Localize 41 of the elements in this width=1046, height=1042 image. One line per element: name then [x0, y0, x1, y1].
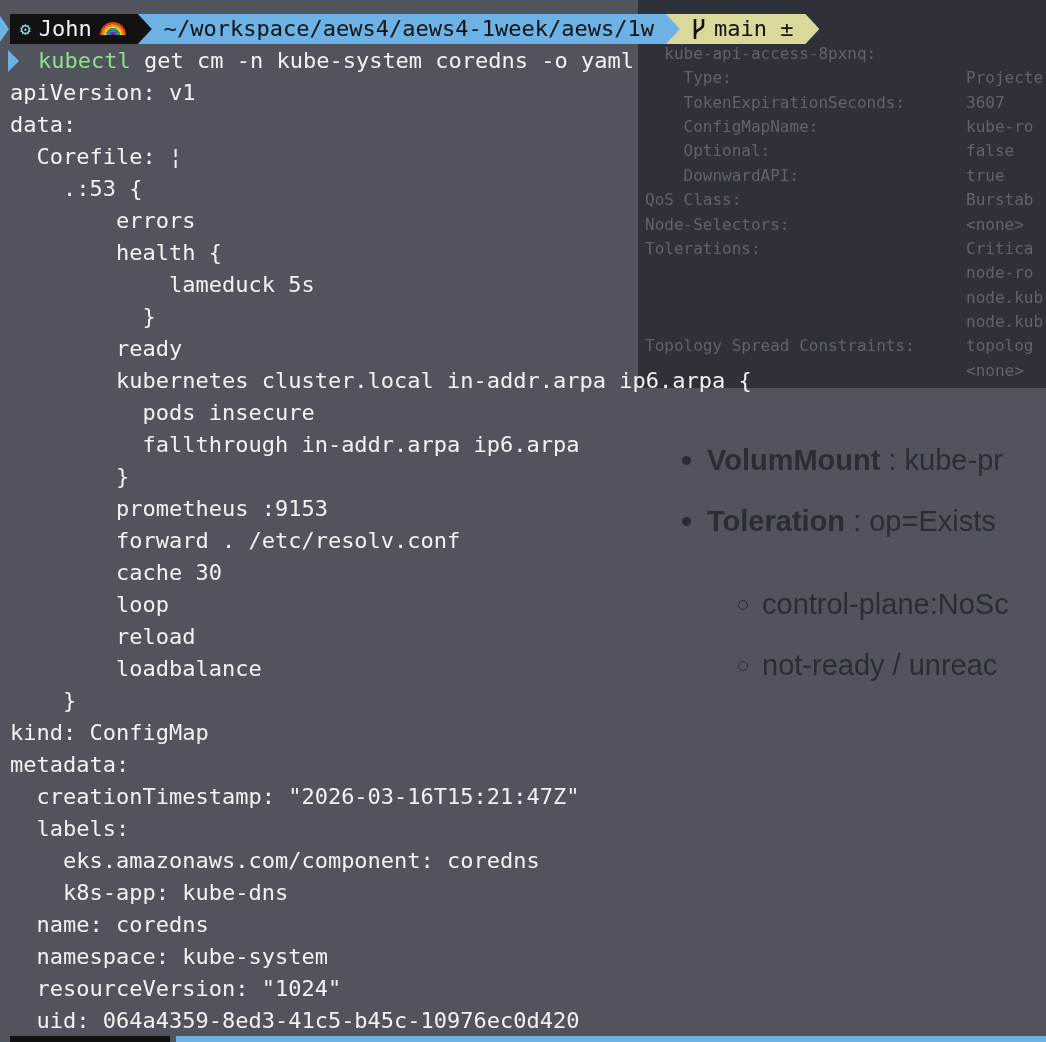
- output-line: data:: [10, 112, 77, 137]
- git-branch: main ±: [713, 15, 794, 43]
- output-line: kind: ConfigMap: [10, 720, 209, 745]
- output-line: }: [141, 304, 156, 329]
- output-line: Corefile: ¦: [35, 144, 183, 169]
- output-line: .:53 {: [61, 176, 143, 201]
- output-line: name: coredns: [35, 912, 209, 937]
- output-line: labels:: [35, 816, 130, 841]
- output-line: forward . /etc/resolv.conf: [114, 528, 461, 553]
- output-line: resourceVersion: "1024": [35, 976, 342, 1001]
- output-line: errors: [114, 208, 196, 233]
- output-line: health {: [114, 240, 222, 265]
- output-line: apiVersion: v1: [10, 80, 196, 105]
- output-line: lameduck 5s: [167, 272, 315, 297]
- output-line: eks.amazonaws.com/component: coredns: [61, 848, 540, 873]
- output-line: k8s-app: kube-dns: [61, 880, 289, 905]
- branch-icon: [691, 17, 706, 41]
- user-name: John: [38, 15, 92, 43]
- output-line: loadbalance: [114, 656, 262, 681]
- bullet-icon: [682, 517, 691, 526]
- output-line: ready: [114, 336, 183, 361]
- output-line: loop: [114, 592, 169, 617]
- output-line: pods insecure: [141, 400, 315, 425]
- output-line: namespace: kube-system: [35, 944, 328, 969]
- output-line: fallthrough in-addr.arpa ip6.arpa: [141, 432, 580, 457]
- output-line: prometheus :9153: [114, 496, 328, 521]
- output-line: }: [114, 464, 130, 489]
- output-line: }: [61, 688, 77, 713]
- output-line: cache 30: [114, 560, 222, 585]
- output-line: kubernetes cluster.local in-addr.arpa ip6.arpa {: [114, 368, 752, 393]
- command-line: kubectl get cm -n kube-system coredns -o yaml: [38, 47, 635, 75]
- output-line: uid: 064a4359-8ed3-41c5-b45c-10976ec0d420: [35, 1008, 580, 1033]
- output-line: reload: [114, 624, 196, 649]
- prompt-arrow-icon: [0, 14, 10, 44]
- bullet-icon: [682, 456, 691, 465]
- rainbow-icon: [99, 22, 126, 36]
- output-line: creationTimestamp: "2026-03-16T15:21:47Z": [35, 784, 580, 809]
- output-line: metadata:: [10, 752, 130, 777]
- prompt-chevron-icon: [8, 49, 20, 73]
- working-directory: ~/workspace/aews4/aews4-1week/aews/1w: [163, 15, 654, 43]
- gear-icon: ⚙: [20, 13, 31, 45]
